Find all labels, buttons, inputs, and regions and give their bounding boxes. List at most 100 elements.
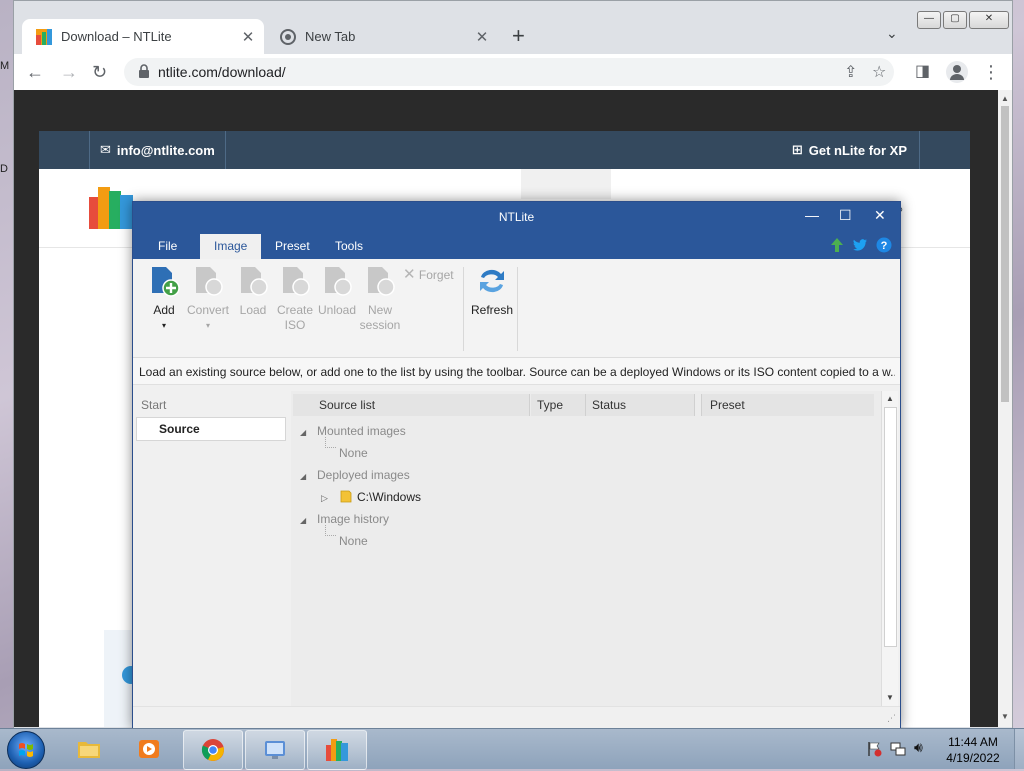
grid-scrollbar[interactable]: ▲ ▼ [881,391,898,706]
forward-arrow-icon[interactable]: → [60,62,78,82]
profile-avatar-icon[interactable] [946,61,968,83]
taskbar-chrome[interactable] [183,730,243,770]
menu-image[interactable]: Image [200,234,262,259]
volume-icon[interactable]: 🔊︎ [914,739,930,755]
unload-button[interactable]: Unload [316,265,358,318]
tree-connector [325,437,336,448]
taskbar-control-panel[interactable] [245,730,305,770]
tree-connector [325,525,336,536]
create-iso-button[interactable]: Create ISO [274,265,316,333]
ntlite-window: NTLite — ☐ ✕ File Image Preset Tools ? A… [132,201,901,729]
start-button[interactable] [7,731,45,769]
menu-preset[interactable]: Preset [275,239,310,253]
add-source-icon [152,267,180,297]
new-tab-button[interactable]: + [512,25,525,47]
back-arrow-icon[interactable]: ← [26,62,44,82]
expand-triangle-icon[interactable]: ▷ [321,493,328,504]
status-header-label: Status [592,398,627,412]
tree-item-c-windows[interactable]: C:\Windows [357,490,421,504]
help-icon[interactable]: ? [876,237,892,253]
new-session-label-2: session [359,318,401,332]
create-iso-icon [283,267,310,296]
forget-button[interactable]: ✕ Forget [403,267,463,283]
address-bar[interactable]: ntlite.com/download/ ⇪ ☆ [124,58,894,86]
type-header-label: Type [537,398,564,412]
tree-group-image-history[interactable]: Image history [317,512,389,526]
taskbar-ntlite[interactable] [307,730,367,770]
nlite-xp-link[interactable]: ⊞ Get nLite for XP [780,131,920,169]
info-bar: Load an existing source below, or add on… [133,358,900,385]
folder-icon [340,490,352,503]
tab-close-icon[interactable]: ✕ [238,28,258,46]
folder-icon [78,742,100,758]
show-desktop-button[interactable] [1014,729,1024,769]
network-icon[interactable] [890,741,906,757]
ntlite-logo-icon[interactable] [89,187,133,229]
scroll-down-icon[interactable]: ▼ [1001,712,1009,721]
menu-file[interactable]: File [158,239,177,253]
scrollbar-thumb[interactable] [1001,106,1009,402]
new-session-button[interactable]: New session [359,265,401,333]
ribbon-toolbar: Add ▾ Convert ▾ Load Create ISO Unload N… [133,259,900,358]
minimize-button[interactable]: — [805,207,819,223]
tree-group-deployed-images[interactable]: Deployed images [317,468,410,482]
maximize-button[interactable]: ☐ [839,207,852,224]
column-header-preset[interactable]: Preset [701,394,874,416]
add-label: Add [153,303,175,317]
tab-search-chevron-icon[interactable]: ⌄ [886,25,898,42]
column-header-type[interactable]: Type [531,394,586,416]
ntlite-titlebar[interactable]: NTLite — ☐ ✕ [133,202,900,232]
forget-x-icon: ✕ [403,266,416,283]
scroll-down-icon[interactable]: ▼ [886,693,894,702]
update-arrow-icon[interactable] [829,237,845,253]
tab-close-icon[interactable]: ✕ [472,28,492,46]
page-scrollbar[interactable]: ▲ ▼ [998,90,1012,727]
scroll-up-icon[interactable]: ▲ [1001,94,1009,103]
column-header-status[interactable]: Status [586,394,695,416]
taskbar-media-player[interactable] [120,730,178,768]
load-label: Load [239,303,267,317]
clock-time: 11:44 AM [948,735,998,749]
tab-title: New Tab [305,29,356,44]
refresh-icon [480,269,504,293]
bookmark-star-icon[interactable]: ☆ [872,62,886,82]
minimize-button[interactable]: — [917,11,941,29]
load-button[interactable]: Load [232,265,274,318]
more-menu-icon[interactable]: ⋮ [982,62,1000,82]
tree-item-none: None [339,534,368,548]
nav-source-label: Source [159,422,200,436]
taskbar-explorer[interactable] [60,730,118,768]
chrome-icon [201,739,224,761]
menu-tools[interactable]: Tools [335,239,363,253]
share-icon[interactable]: ⇪ [844,62,857,82]
refresh-button[interactable]: Refresh [470,265,514,318]
unload-icon [325,267,352,296]
grid-scrollbar-thumb[interactable] [884,407,897,647]
system-clock[interactable]: 11:44 AM 4/19/2022 [942,734,1004,766]
scroll-up-icon[interactable]: ▲ [886,394,894,403]
nav-start[interactable]: Start [141,398,166,412]
side-panel-icon[interactable]: ◨ [915,62,930,82]
email-link[interactable]: ✉ info@ntlite.com [89,131,226,169]
create-iso-label-1: Create [276,303,314,317]
tab-ntlite-download[interactable]: Download – NTLite ✕ [22,19,264,54]
taskbar: 🔊︎ 11:44 AM 4/19/2022 [0,728,1024,770]
tree-item-none: None [339,446,368,460]
collapse-triangle-icon[interactable]: ◢ [300,516,306,525]
close-button[interactable]: ✕ [874,207,886,224]
close-button[interactable]: ✕ [969,11,1009,29]
reload-icon[interactable]: ↻ [92,62,107,82]
column-header-source-list[interactable]: Source list [293,394,530,416]
add-button[interactable]: Add ▾ [143,265,185,333]
action-center-flag-icon[interactable] [866,741,882,757]
nav-source[interactable]: Source [136,417,286,441]
site-topbar: ✉ info@ntlite.com ⊞ Get nLite for XP [39,131,970,169]
tree-group-mounted-images[interactable]: Mounted images [317,424,406,438]
resize-grip-icon[interactable]: ⋰ [887,713,896,724]
collapse-triangle-icon[interactable]: ◢ [300,428,306,437]
maximize-button[interactable]: ▢ [943,11,967,29]
collapse-triangle-icon[interactable]: ◢ [300,472,306,481]
tab-new-tab[interactable]: New Tab ✕ [266,19,498,54]
convert-button[interactable]: Convert ▾ [187,265,229,333]
twitter-icon[interactable] [852,237,868,253]
